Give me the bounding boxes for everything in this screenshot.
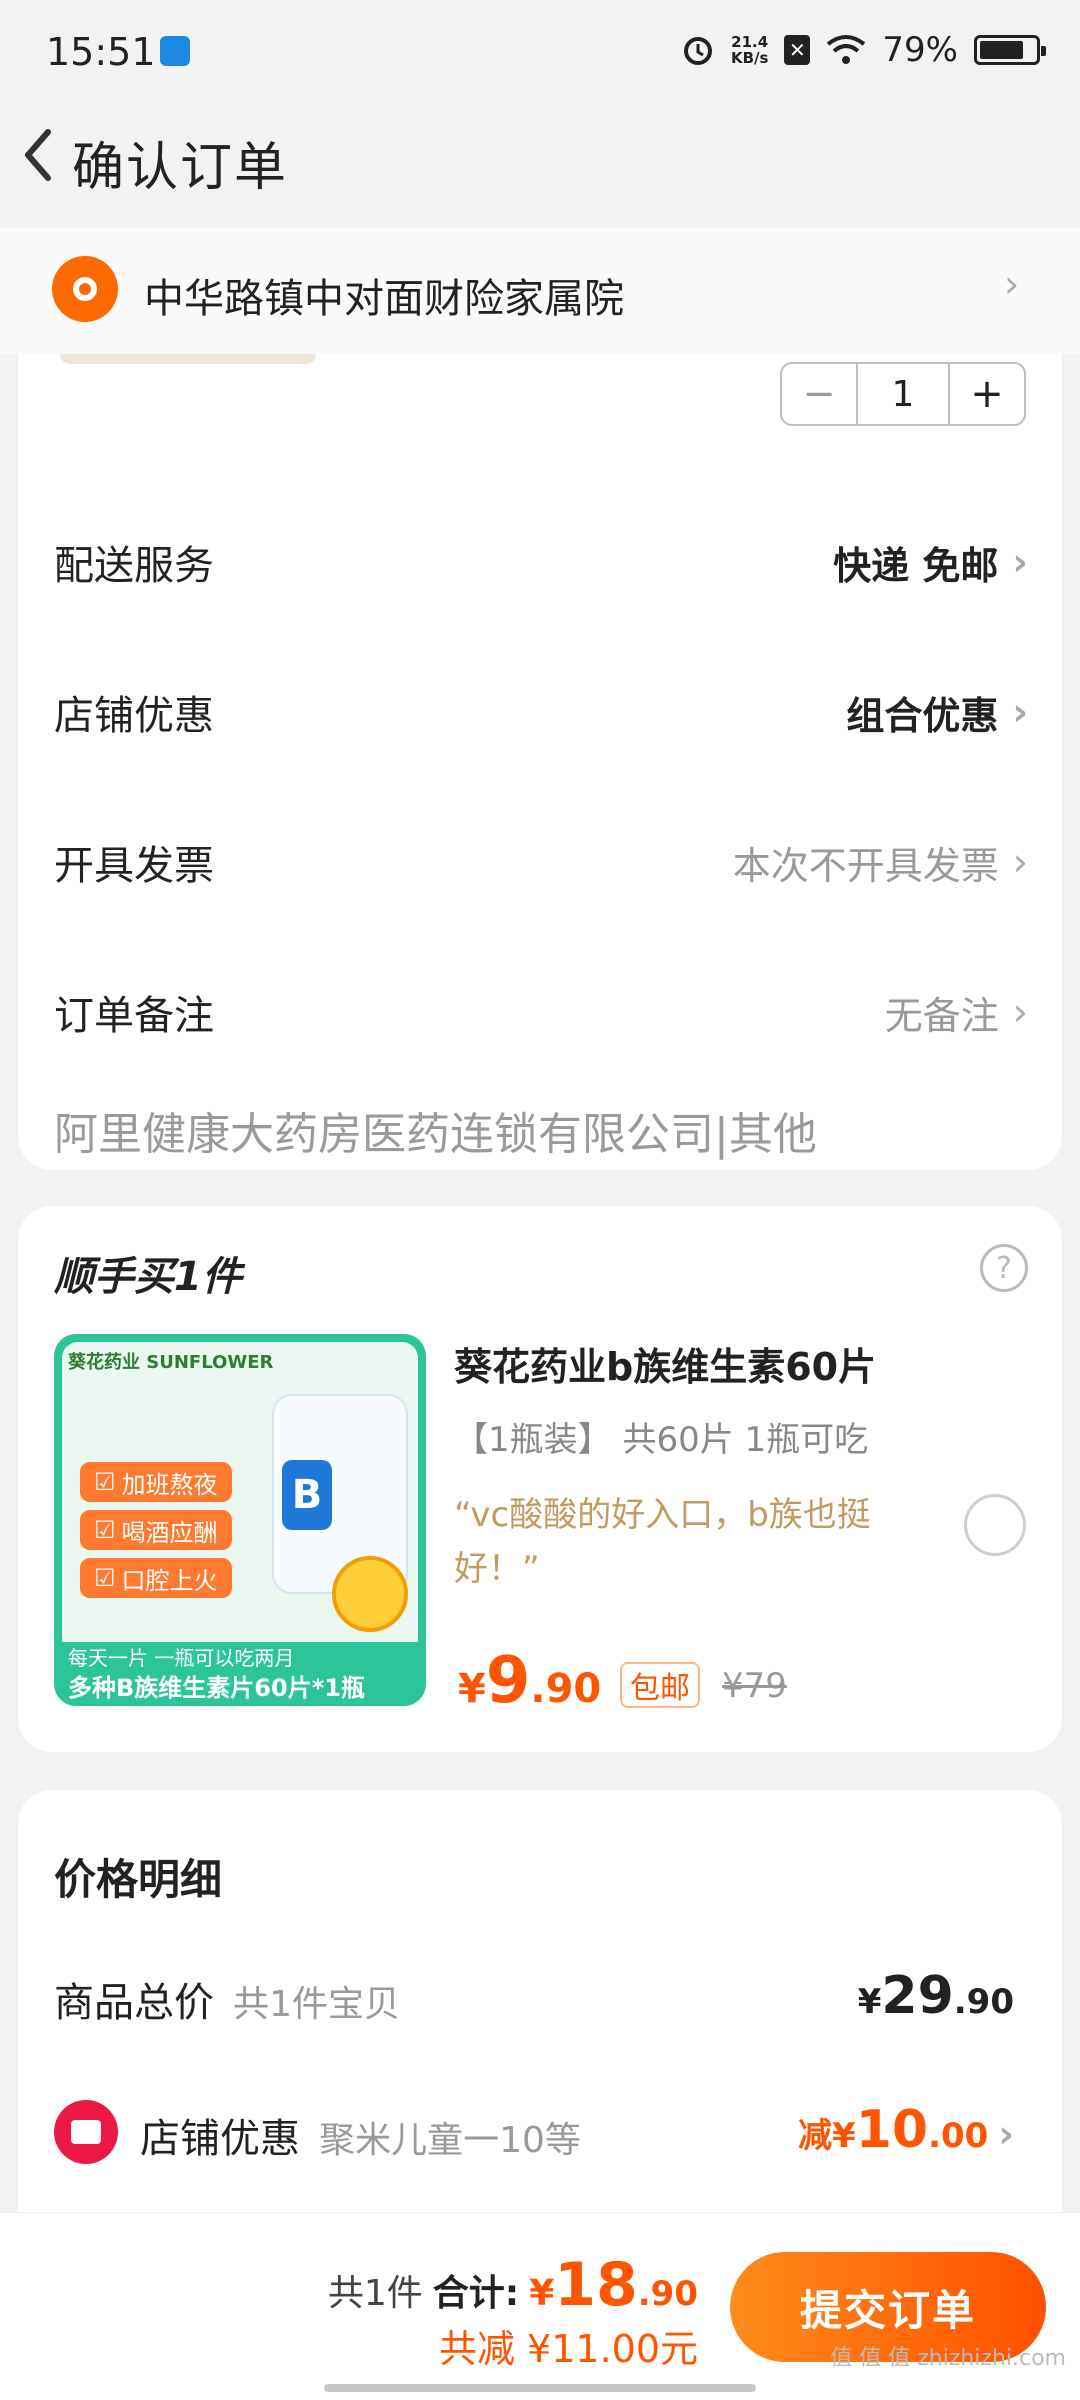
total-label: 商品总价 [54,1980,214,2026]
item-count: 共1件 [327,2273,423,2314]
total-count: 共1件宝贝 [233,1984,400,2025]
chevron-right-icon: › [1012,990,1028,1034]
product-tag: ☑ 口腔上火 [80,1558,232,1598]
back-arrow-icon[interactable] [14,120,64,190]
chevron-right-icon: › [1004,262,1020,306]
shop-name: 阿里健康大药房医药连锁有限公司|其他 [54,1109,817,1160]
row-invoice[interactable]: 开具发票 本次不开具发票 › [18,812,1062,912]
row-delivery[interactable]: 配送服务 快递 免邮 › [18,512,1062,612]
row-label: 店铺优惠 [54,693,214,739]
product-brand-logo: 葵花药业 SUNFLOWER [68,1352,274,1373]
discount-amount[interactable]: 减 ¥10.00 › [798,2100,1014,2160]
watermark: 值 值 值 zhizhizhi.com [830,2346,1066,2371]
order-total: 共1件 合计: ¥18.90 [328,2250,698,2320]
quantity-stepper[interactable]: − 1 + [780,362,1026,426]
product-spec: 【1瓶装】 共60片 1瓶可吃 [454,1420,869,1460]
product-review-quote: “vc酸酸的好入口，b族也挺好！” [454,1495,871,1589]
discount-desc: 聚米儿童一10等 [319,2120,581,2161]
help-circle-icon[interactable]: ? [980,1244,1028,1292]
shop-coupon-icon [54,2100,118,2164]
discount-label-group[interactable]: 店铺优惠 聚米儿童一10等 [140,2106,581,2164]
alarm-icon [683,37,712,65]
battery-icon [974,35,1046,65]
row-label: 订单备注 [54,993,214,1039]
notification-app-icon [160,36,190,66]
row-value: 无备注 [884,993,999,1038]
product-tag: ☑ 加班熬夜 [80,1462,232,1502]
row-value: 本次不开具发票 [732,843,999,888]
wifi-icon [827,35,866,64]
chevron-right-icon: › [1012,690,1028,734]
original-price: ¥79 [722,1666,787,1706]
product-image[interactable]: 葵花药业 SUNFLOWER ☑ 加班熬夜 ☑ 喝酒应酬 ☑ 口腔上火 B 每天… [54,1334,426,1706]
product-price: ¥9.90 [458,1644,602,1718]
product-caption: 多种B族维生素片60片*1瓶 [68,1674,365,1702]
discount-label: 店铺优惠 [140,2116,300,2162]
product-tag: ☑ 喝酒应酬 [80,1510,232,1550]
total-saved: 共减 ¥11.00元 [438,2327,698,2371]
home-indicator[interactable] [324,2384,756,2392]
network-speed: 21.4 KB/s [730,33,769,67]
status-icons: 21.4 KB/s ✕ 79% [681,28,1046,72]
row-label: 配送服务 [54,543,214,589]
chevron-right-icon: › [1012,840,1028,884]
battery-percent: 79% [882,30,958,70]
mascot-graphic [332,1556,408,1632]
total-label-group: 商品总价 共1件宝贝 [54,1970,400,2028]
location-pin-icon [52,256,118,322]
product-name[interactable]: 葵花药业b族维生素60片 [454,1336,876,1391]
total-label: 合计: [432,2273,520,2314]
status-time: 15:51 [46,30,156,74]
chevron-right-icon: › [998,2112,1014,2156]
row-label: 开具发票 [54,843,214,889]
total-price: ¥18.90 [529,2250,698,2320]
row-order-note[interactable]: 订单备注 无备注 › [18,962,1062,1062]
free-shipping-badge: 包邮 [620,1662,700,1708]
price-detail-title: 价格明细 [54,1855,223,1904]
row-shop-discount[interactable]: 店铺优惠 组合优惠 › [18,662,1062,762]
address-text: 中华路镇中对面财险家属院 [144,276,624,322]
total-amount: ¥29.90 [857,1966,1014,2026]
chevron-right-icon: › [1012,540,1028,584]
row-value: 快递 免邮 [833,543,999,588]
quantity-value[interactable]: 1 [856,364,950,424]
product-caption: 每天一片 一瓶可以吃两月 [68,1646,295,1670]
page-title: 确认订单 [72,138,289,198]
row-value: 组合优惠 [846,693,999,738]
add-on-title: 顺手买1件 [54,1254,242,1300]
radio-unchecked-icon[interactable] [964,1494,1026,1556]
sim-off-icon: ✕ [784,35,811,65]
quantity-plus-button[interactable]: + [950,364,1024,424]
quantity-minus-button[interactable]: − [782,364,856,424]
product-image-edge [60,354,316,364]
